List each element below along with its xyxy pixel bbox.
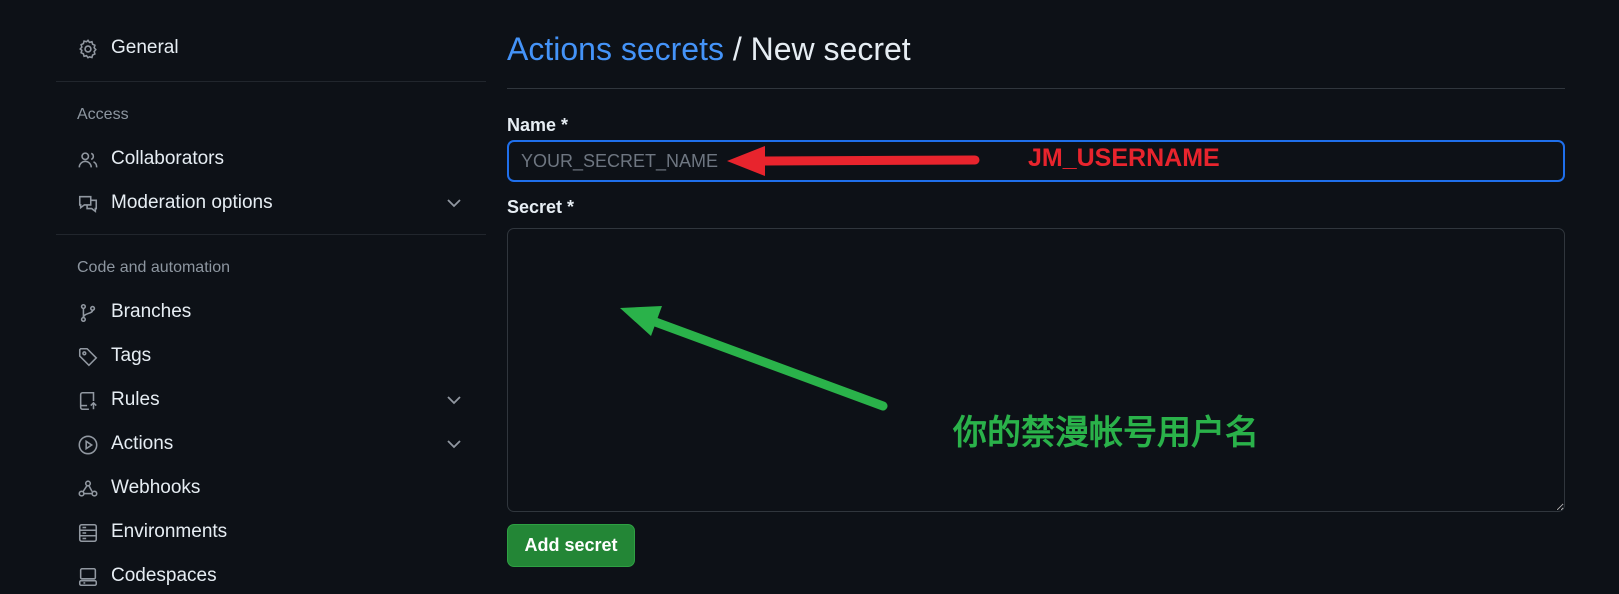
secret-value-textarea[interactable] (507, 228, 1565, 512)
secret-label: Secret * (507, 197, 575, 217)
people-icon (77, 149, 99, 171)
sidebar-item-label: Branches (111, 301, 192, 322)
sidebar-item-environments[interactable]: Environments (56, 514, 486, 550)
repo-push-icon (77, 390, 99, 412)
sidebar-item-tags[interactable]: Tags (56, 338, 486, 374)
sidebar-item-label: Rules (111, 389, 160, 410)
breadcrumb-actions-secrets[interactable]: Actions secrets (507, 31, 724, 67)
sidebar-item-rules[interactable]: Rules (56, 382, 486, 418)
gear-icon (77, 38, 99, 60)
section-heading-access: Access (77, 106, 129, 123)
sidebar-divider (56, 81, 486, 82)
chevron-down-icon[interactable] (444, 390, 464, 410)
add-secret-button[interactable]: Add secret (507, 524, 635, 567)
webhook-icon (77, 478, 99, 500)
sidebar-divider (56, 234, 486, 235)
secret-name-input[interactable] (507, 140, 1565, 182)
title-divider (507, 88, 1565, 89)
sidebar-item-label: Actions (111, 433, 174, 454)
chevron-down-icon[interactable] (444, 434, 464, 454)
sidebar-item-moderation-options[interactable]: Moderation options (56, 185, 486, 221)
sidebar-item-label: Moderation options (111, 192, 273, 213)
breadcrumb-separator: / (723, 31, 751, 67)
git-branch-icon (77, 302, 99, 324)
server-icon (77, 522, 99, 544)
section-heading-code-and-automation: Code and automation (77, 259, 230, 276)
chevron-down-icon[interactable] (444, 193, 464, 213)
play-icon (77, 434, 99, 456)
sidebar-item-branches[interactable]: Branches (56, 294, 486, 330)
sidebar-item-label: Environments (111, 521, 228, 542)
name-label: Name * (507, 115, 569, 135)
sidebar-item-label: Webhooks (111, 477, 201, 498)
sidebar-item-general[interactable]: General (56, 30, 486, 66)
sidebar-item-webhooks[interactable]: Webhooks (56, 470, 486, 506)
sidebar-item-actions[interactable]: Actions (56, 426, 486, 462)
page-title-current: New secret (750, 31, 911, 67)
codespaces-icon (77, 566, 99, 588)
sidebar-item-codespaces[interactable]: Codespaces (56, 558, 486, 594)
sidebar-item-label: Tags (111, 345, 152, 366)
sidebar-item-label: General (111, 37, 179, 58)
sidebar-item-collaborators[interactable]: Collaborators (56, 141, 486, 177)
sidebar-item-label: Collaborators (111, 148, 224, 169)
comment-discussion-icon (77, 193, 99, 215)
page-title: Actions secrets / New secret (507, 31, 911, 68)
sidebar-item-label: Codespaces (111, 565, 217, 586)
tag-icon (77, 346, 99, 368)
